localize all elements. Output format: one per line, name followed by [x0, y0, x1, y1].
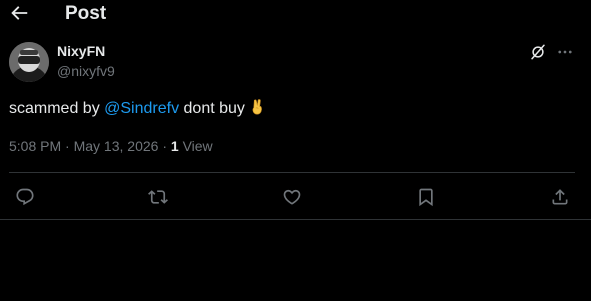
- tweet-text: scammed by @Sindrefv dont buy: [9, 98, 267, 119]
- victory-hand-emoji: [249, 98, 267, 116]
- reply-button[interactable]: [15, 187, 35, 207]
- tweet-text-after: dont buy: [179, 100, 245, 117]
- post-page: Post NixyFN @nixyfv9 scammed by @Sindref…: [0, 0, 591, 301]
- tweet-meta: 5:08 PM · May 13, 2026 · 1 View: [9, 138, 213, 155]
- more-options-button[interactable]: [556, 43, 574, 61]
- divider: [0, 219, 591, 220]
- like-button[interactable]: [282, 187, 302, 207]
- reply-icon: [16, 188, 34, 206]
- views-count: 1: [170, 138, 179, 154]
- bookmark-button[interactable]: [416, 187, 436, 207]
- repost-icon: [148, 190, 168, 204]
- back-button[interactable]: [8, 2, 30, 24]
- arrow-left-icon: [11, 6, 28, 20]
- avatar[interactable]: [9, 42, 49, 82]
- page-title: Post: [65, 3, 107, 24]
- post-header: Post: [0, 0, 591, 30]
- share-button[interactable]: [550, 187, 570, 207]
- mention-link[interactable]: @Sindrefv: [104, 100, 179, 117]
- more-dots-icon: [558, 50, 572, 54]
- tweet-time[interactable]: 5:08 PM: [9, 138, 61, 154]
- author-display-name[interactable]: NixyFN: [57, 43, 105, 60]
- author-handle[interactable]: @nixyfv9: [57, 63, 115, 80]
- tweet-date[interactable]: May 13, 2026: [74, 138, 159, 154]
- bookmark-icon: [419, 188, 433, 207]
- tweet-text-before: scammed by: [9, 100, 105, 117]
- divider: [9, 172, 575, 173]
- heart-icon: [283, 189, 301, 205]
- grok-icon: [531, 44, 545, 60]
- repost-button[interactable]: [148, 187, 168, 207]
- meta-separator: ·: [61, 138, 74, 154]
- views-label: View: [178, 138, 213, 154]
- share-icon: [552, 189, 568, 205]
- avatar-image: [9, 42, 49, 82]
- meta-separator: ·: [158, 138, 171, 154]
- grok-button[interactable]: [529, 43, 547, 61]
